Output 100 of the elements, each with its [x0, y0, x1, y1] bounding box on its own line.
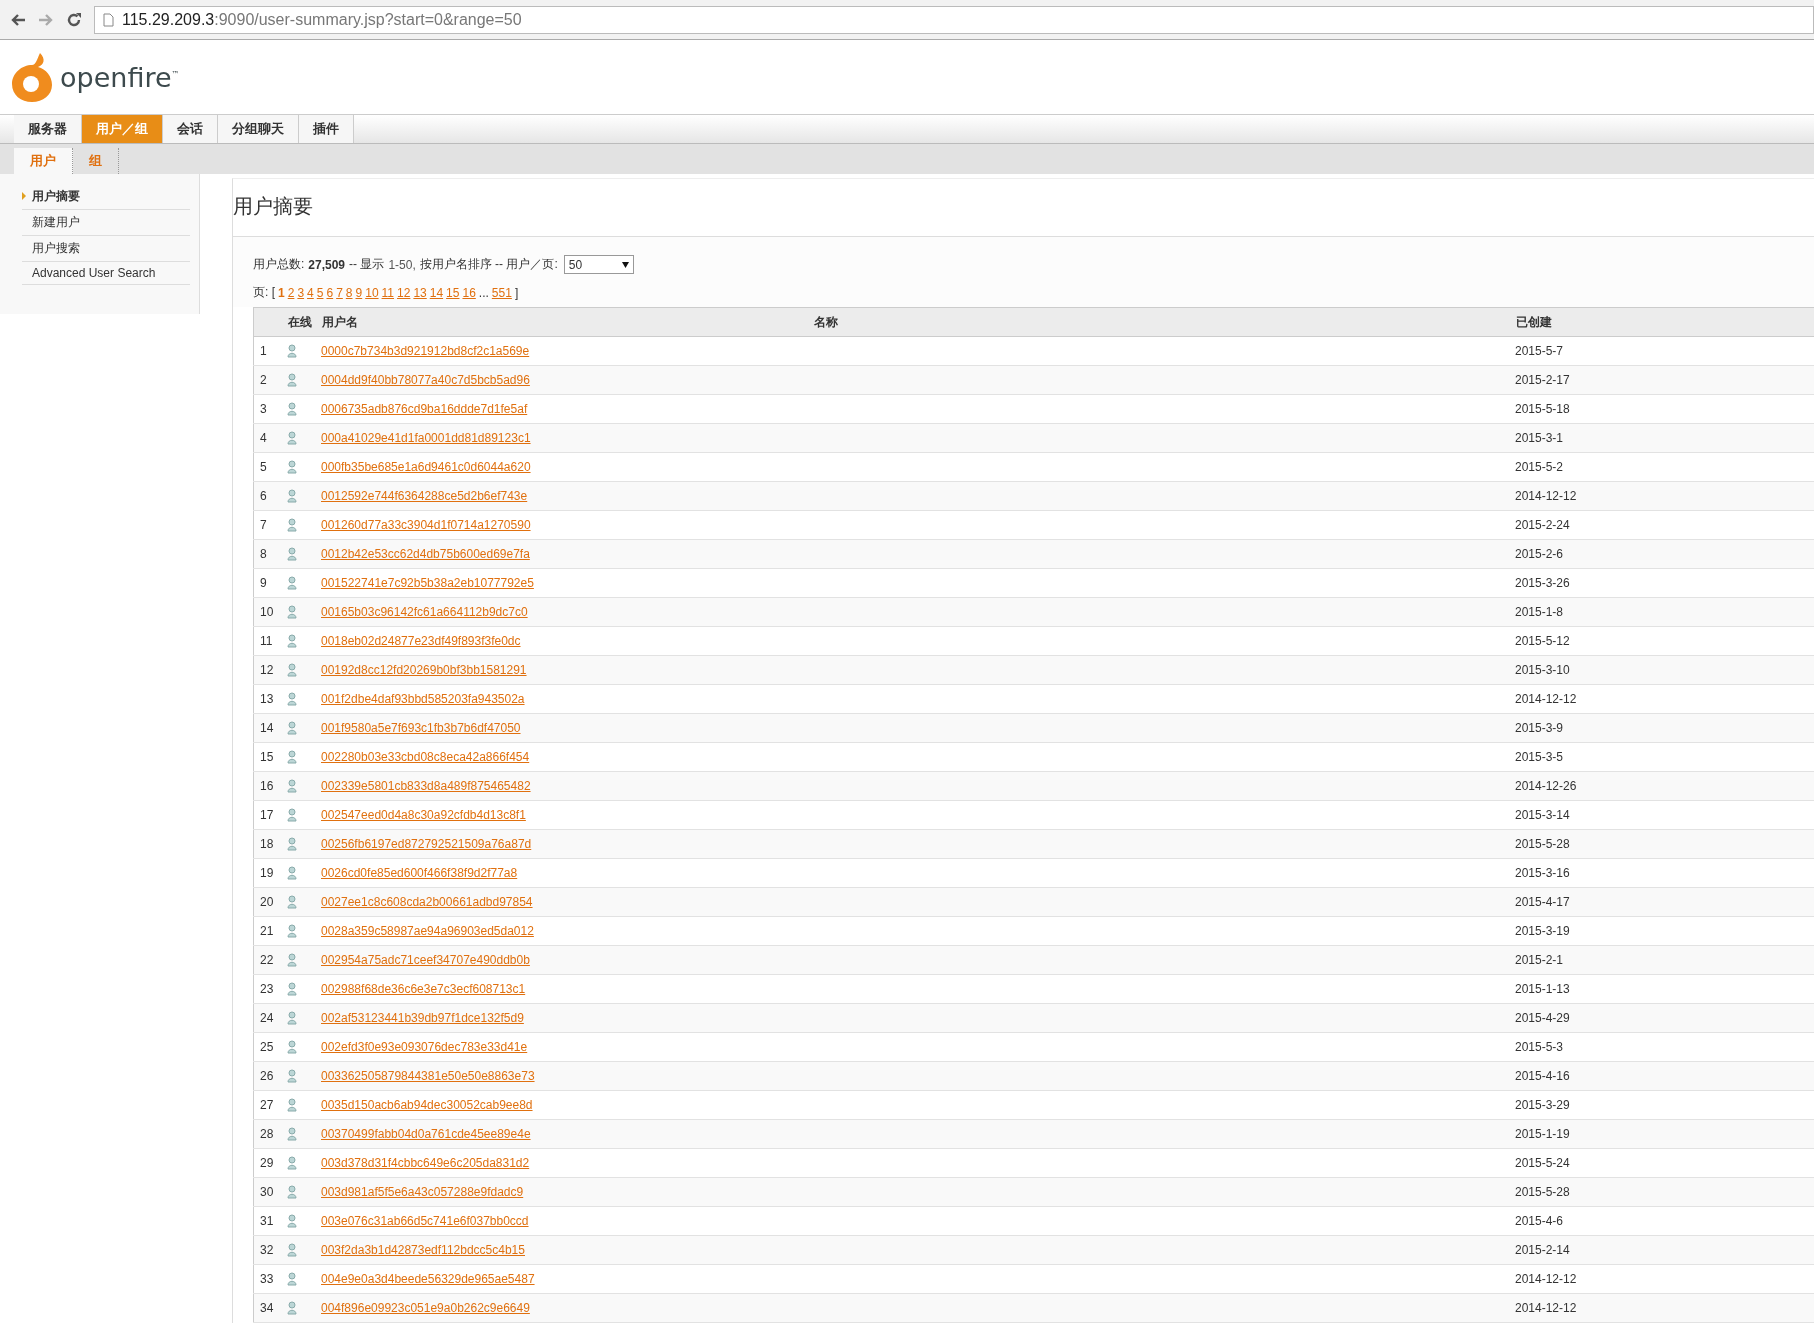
page-link[interactable]: 10 — [365, 285, 379, 300]
page-link[interactable]: 16 — [462, 285, 476, 300]
row-number: 20 — [253, 887, 287, 917]
page-link[interactable]: 11 — [381, 285, 395, 300]
username-link[interactable]: 003d981af5f5e6a43c057288e9fdadc9 — [321, 1185, 524, 1199]
username-link[interactable]: 0012592e744f6364288ce5d2b6ef743e — [321, 489, 528, 503]
created-date: 2014-12-12 — [1515, 1264, 1814, 1294]
username-link[interactable]: 004e9e0a3d4beede56329de965ae5487 — [321, 1272, 535, 1286]
sidebar-item[interactable]: 用户搜索 — [22, 236, 190, 262]
username-link[interactable]: 003f2da3b1d42873edf112bdcc5c4b15 — [321, 1243, 525, 1257]
created-date: 2015-2-6 — [1515, 539, 1814, 569]
page-link[interactable]: 5 — [316, 285, 324, 300]
created-date: 2015-3-14 — [1515, 800, 1814, 830]
row-number: 26 — [253, 1061, 287, 1091]
page-link[interactable]: 14 — [429, 285, 444, 300]
username-link[interactable]: 0012b42e53cc62d4db75b600ed69e7fa — [321, 547, 530, 561]
username-link[interactable]: 002954a75adc71ceef34707e490ddb0b — [321, 953, 530, 967]
row-number: 30 — [253, 1177, 287, 1207]
nav-tab[interactable]: 分组聊天 — [218, 115, 299, 143]
username-link[interactable]: 003d378d31f4cbbc649e6c205da831d2 — [321, 1156, 530, 1170]
row-number: 23 — [253, 974, 287, 1004]
created-date: 2014-12-12 — [1515, 481, 1814, 511]
back-icon[interactable] — [10, 12, 26, 27]
username-link[interactable]: 002339e5801cb833d8a489f875465482 — [321, 779, 531, 793]
address-bar[interactable]: 115.29.209.3:9090/user-summary.jsp?start=0&range=50 — [94, 5, 1814, 34]
username-link[interactable]: 00370499fabb04d0a761cde45ee89e4e — [321, 1127, 531, 1141]
created-date: 2015-4-16 — [1515, 1061, 1814, 1091]
created-date: 2014-12-26 — [1515, 771, 1814, 801]
username-link[interactable]: 002988f68de36c6e3e7c3ecf608713c1 — [321, 982, 526, 996]
page-link[interactable]: 3 — [297, 285, 305, 300]
sidebar-item[interactable]: 新建用户 — [22, 210, 190, 236]
page-link[interactable]: 7 — [336, 285, 343, 300]
nav-tab[interactable]: 插件 — [299, 115, 354, 143]
username-link[interactable]: 001522741e7c92b5b38a2eb1077792e5 — [321, 576, 534, 590]
range-text: 1-50, — [388, 257, 416, 272]
nav-tab[interactable]: 服务器 — [14, 115, 82, 143]
username-link[interactable]: 004f896e09923c051e9a0b262c9e6649 — [321, 1301, 530, 1315]
sidebar-item[interactable]: 用户摘要 — [22, 184, 190, 210]
column-header: 用户名 — [321, 307, 813, 337]
page-link[interactable]: 551 — [491, 285, 512, 300]
page-link[interactable]: 12 — [397, 285, 411, 300]
username-link[interactable]: 001f9580a5e7f693c1fb3b7b6df47050 — [321, 721, 521, 735]
summary-label: 按用户名排序 -- 用户／页: — [419, 256, 558, 273]
row-number: 17 — [253, 800, 287, 830]
current-page: 1 — [278, 285, 285, 300]
username-link[interactable]: 002280b03e33cbd08c8eca42a866f454 — [321, 750, 530, 764]
summary-label: 用户总数: — [253, 256, 305, 273]
username-link[interactable]: 002547eed0d4a8c30a92cfdb4d13c8f1 — [321, 808, 526, 822]
username-link[interactable]: 0026cd0fe85ed600f466f38f9d2f77a8 — [321, 866, 518, 880]
username-link[interactable]: 00192d8cc12fd20269b0bf3bb1581291 — [321, 663, 527, 677]
created-date: 2015-5-12 — [1515, 626, 1814, 656]
created-date: 2015-3-10 — [1515, 655, 1814, 685]
page-link[interactable]: 15 — [446, 285, 460, 300]
sidebar-item[interactable]: Advanced User Search — [22, 262, 190, 285]
username-link[interactable]: 002efd3f0e93e093076dec783e33d41e — [321, 1040, 528, 1054]
username-link[interactable]: 0006735adb876cd9ba16ddde7d1fe5af — [321, 402, 528, 416]
logo-text: openfire$^{™}$ — [60, 61, 180, 93]
row-number: 19 — [253, 858, 287, 888]
username-link[interactable]: 00165b03c96142fc61a664112b9dc7c0 — [321, 605, 528, 619]
username-link[interactable]: 0000c7b734b3d921912bd8cf2c1a569e — [321, 344, 530, 358]
created-date: 2015-2-24 — [1515, 510, 1814, 540]
created-date: 2015-3-26 — [1515, 568, 1814, 598]
username-link[interactable]: 0035d150acb6ab94dec30052cab9ee8d — [321, 1098, 533, 1112]
page-link[interactable]: 8 — [345, 285, 353, 300]
username-link[interactable]: 0018eb02d24877e23df49f893f3fe0dc — [321, 634, 521, 648]
created-date: 2015-4-6 — [1515, 1206, 1814, 1236]
created-date: 2015-1-8 — [1515, 597, 1814, 627]
user-total: 27,509 — [308, 257, 346, 272]
created-date: 2015-3-16 — [1515, 858, 1814, 888]
page-link[interactable]: 13 — [413, 285, 427, 300]
column-header: 已创建 — [1515, 307, 1814, 337]
created-date: 2015-5-2 — [1515, 452, 1814, 482]
row-number: 16 — [253, 771, 287, 801]
row-number: 31 — [253, 1206, 287, 1236]
row-number: 25 — [253, 1032, 287, 1062]
username-link[interactable]: 001f2dbe4daf93bbd585203fa943502a — [321, 692, 525, 706]
created-date: 2015-1-13 — [1515, 974, 1814, 1004]
reload-icon[interactable] — [66, 11, 82, 28]
created-date: 2015-2-14 — [1515, 1235, 1814, 1265]
page-link[interactable]: 9 — [355, 285, 363, 300]
nav-tab[interactable]: 用户／组 — [82, 115, 163, 143]
created-date: 2015-5-28 — [1515, 829, 1814, 859]
created-date: 2015-3-9 — [1515, 713, 1814, 743]
username-link[interactable]: 003e076c31ab66d5c741e6f037bb0ccd — [321, 1214, 529, 1228]
row-number: 33 — [253, 1264, 287, 1294]
created-date: 2015-3-19 — [1515, 916, 1814, 946]
username-link[interactable]: 0004dd9f40bb78077a40c7d5bcb5ad96 — [321, 373, 530, 387]
sub-tab[interactable]: 用户 — [14, 148, 73, 174]
row-number: 32 — [253, 1235, 287, 1265]
per-page-dropdown[interactable]: 50 — [563, 255, 634, 274]
username-link[interactable]: 0028a359c58987ae94a96903ed5da012 — [321, 924, 534, 938]
summary-label: -- 显示 — [349, 256, 385, 273]
page-link[interactable]: 6 — [326, 285, 334, 300]
username-link[interactable]: 002af53123441b39db97f1dce132f5d9 — [321, 1011, 524, 1025]
nav-tab[interactable]: 会话 — [163, 115, 218, 143]
username-link[interactable]: 000a41029e41d1fa0001dd81d89123c1 — [321, 431, 531, 445]
username-link[interactable]: 000fb35be685e1a6d9461c0d6044a620 — [321, 460, 531, 474]
page-link[interactable]: 4 — [307, 285, 314, 300]
page-link[interactable]: 2 — [287, 285, 295, 300]
username-link[interactable]: 001260d77a33c3904d1f0714a1270590 — [321, 518, 531, 532]
